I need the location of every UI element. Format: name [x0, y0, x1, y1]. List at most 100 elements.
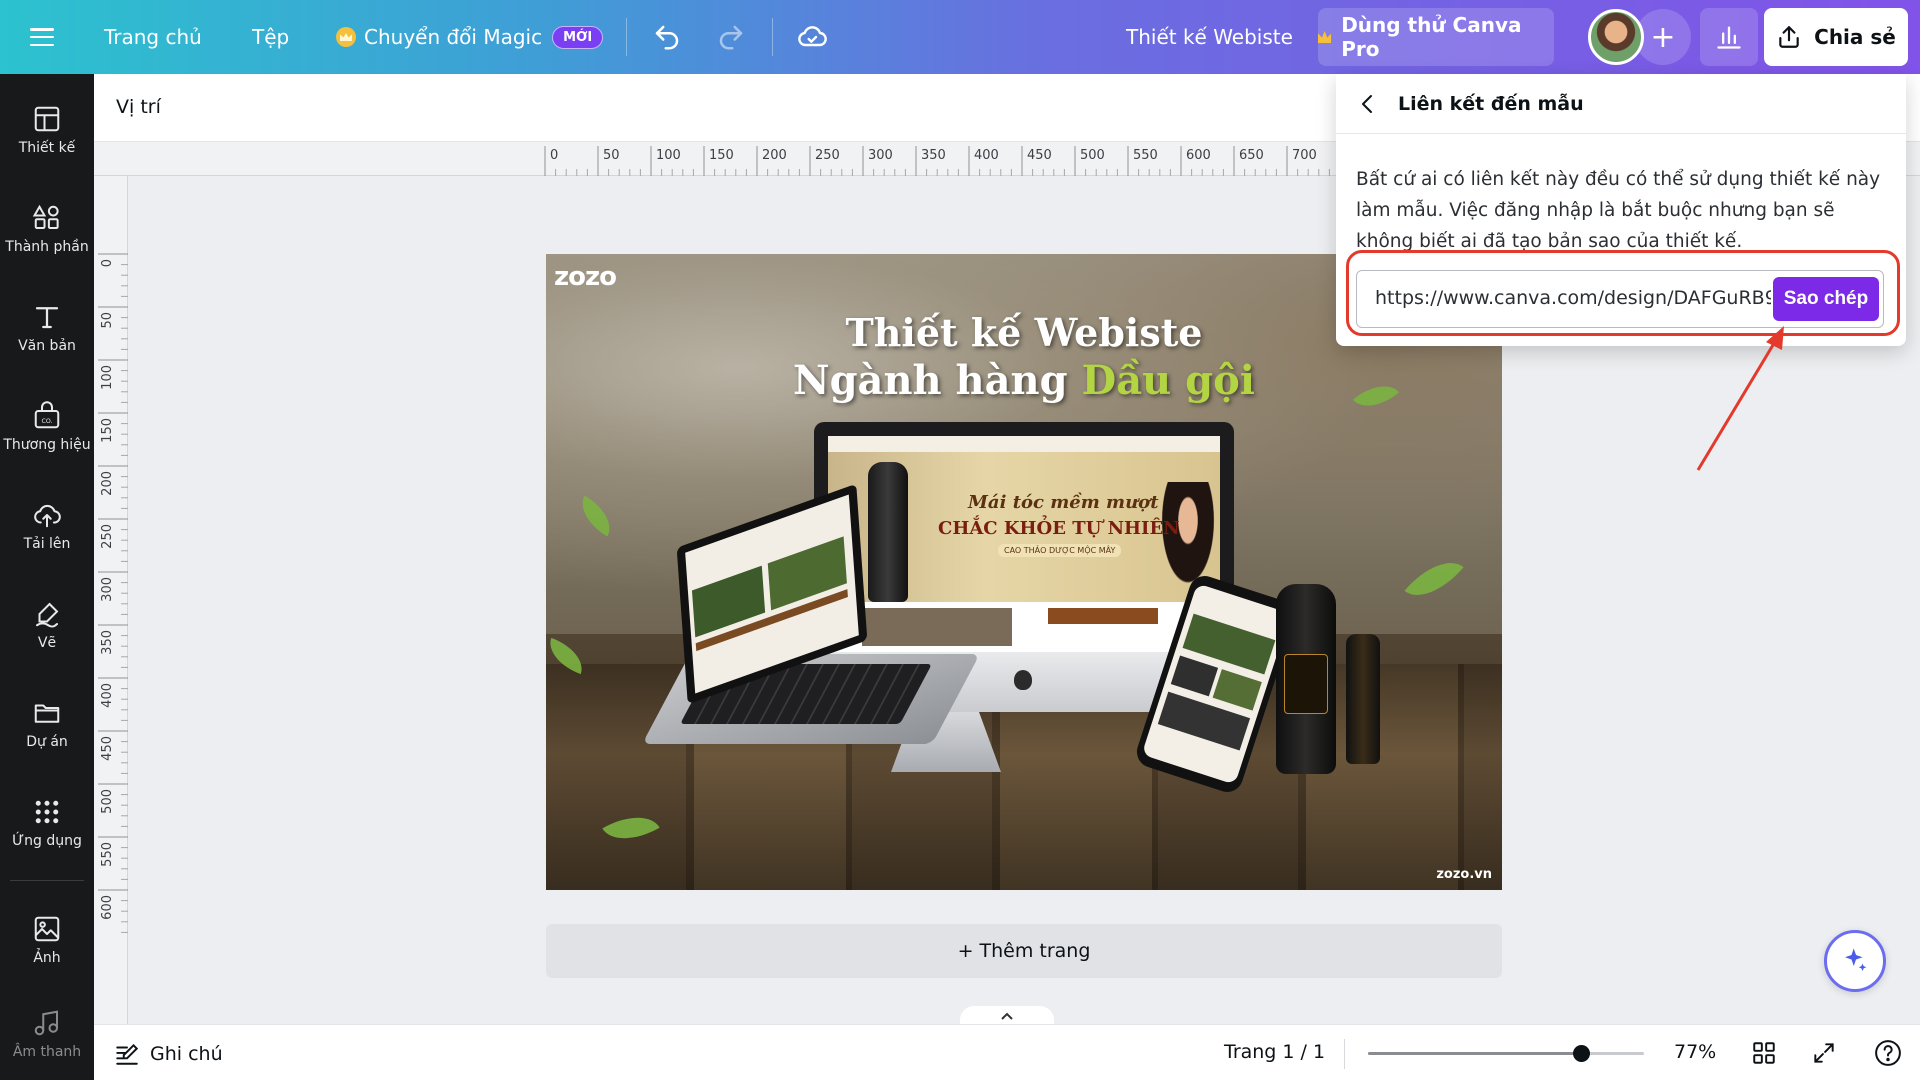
title-highlight: Dầu gội	[1081, 357, 1255, 404]
copy-link-button[interactable]: Sao chép	[1773, 277, 1879, 321]
bottle-label	[1284, 654, 1328, 714]
hero-headline: Mái tóc mềm mượt	[968, 492, 1159, 513]
back-button[interactable]	[1356, 92, 1380, 116]
crown-icon	[1318, 31, 1332, 43]
zozo-logo: zozo	[554, 262, 617, 292]
ruler-label: 550	[100, 842, 115, 867]
ruler-label: 0	[100, 259, 115, 267]
help-button[interactable]	[1872, 1037, 1904, 1069]
undo-button[interactable]	[652, 0, 682, 74]
sidebar-item-label: Văn bản	[18, 338, 76, 354]
magic-switch-button[interactable]: Chuyển đổi Magic MỚI	[336, 0, 604, 74]
sidebar-item-uploads[interactable]: Tải lên	[0, 482, 94, 570]
ruler-label: 250	[815, 148, 840, 163]
ruler-label: 200	[762, 148, 787, 163]
sidebar-item-projects[interactable]: Dự án	[0, 680, 94, 768]
sidebar-item-photos[interactable]: Ảnh	[0, 896, 94, 984]
zoom-slider-fill	[1368, 1052, 1581, 1055]
ruler-label: 150	[709, 148, 734, 163]
template-link-field[interactable]: https://www.canva.com/design/DAFGuRB98 S…	[1356, 270, 1884, 328]
design-canvas[interactable]: zozo Thiết kế Webiste Ngành hàng Dầu gội…	[546, 254, 1502, 890]
draw-icon	[36, 602, 59, 628]
ruler-label: 600	[100, 895, 115, 920]
sidebar-item-elements[interactable]: Thành phần	[0, 185, 94, 273]
side-panel-rail: Thiết kế Thành phần Văn bản CO. Thương h…	[0, 74, 94, 1080]
home-link[interactable]: Trang chủ	[104, 0, 202, 74]
sidebar-item-label: Ảnh	[33, 950, 61, 966]
sidebar-item-design[interactable]: Thiết kế	[0, 86, 94, 174]
grid-view-button[interactable]	[1748, 1037, 1780, 1069]
ruler-label: 100	[656, 148, 681, 163]
magic-switch-label: Chuyển đổi Magic	[364, 25, 543, 49]
try-pro-button[interactable]: Dùng thử Canva Pro	[1318, 8, 1554, 66]
avatar[interactable]	[1588, 9, 1644, 65]
sidebar-item-label: Thành phần	[5, 239, 89, 255]
brand-icon: CO.	[34, 401, 60, 429]
expand-pages-button[interactable]	[960, 1006, 1054, 1026]
svg-text:CO.: CO.	[41, 418, 52, 425]
sidebar-item-label: Thiết kế	[18, 140, 76, 156]
apple-logo-icon	[1014, 670, 1032, 690]
help-icon	[1875, 1040, 1901, 1066]
hero-tagline: CAO THẢO DƯỢC MỘC MÂY	[998, 544, 1122, 557]
sidebar-item-audio[interactable]: Âm thanh	[0, 990, 94, 1078]
ruler-label: 0	[550, 148, 558, 163]
sparkle-icon	[1845, 948, 1867, 971]
hero-subheadline: CHẮC KHỎE TỰ NHIÊN	[938, 518, 1180, 539]
ruler-label: 450	[1027, 148, 1052, 163]
notes-icon	[116, 1043, 139, 1065]
sidebar-item-draw[interactable]: Vẽ	[0, 581, 94, 669]
ruler-label: 700	[1292, 148, 1317, 163]
menu-button[interactable]	[30, 0, 58, 74]
plus-icon: +	[1650, 19, 1676, 55]
panel-header: Liên kết đến mẫu	[1336, 74, 1906, 134]
screen-image	[1170, 655, 1219, 697]
canvas-title-line2[interactable]: Ngành hàng Dầu gội	[546, 357, 1502, 404]
new-badge: MỚI	[552, 25, 604, 49]
divider	[1344, 1039, 1345, 1069]
insights-button[interactable]	[1700, 8, 1758, 66]
zoom-percentage[interactable]: 77%	[1674, 1041, 1716, 1063]
zoom-slider[interactable]	[1368, 1045, 1644, 1062]
ruler-vertical: 0 50 100 150 200 250 300 350 400 450 500 550 600	[94, 176, 128, 1024]
sidebar-item-apps[interactable]: Ứng dụng	[0, 779, 94, 867]
try-pro-label: Dùng thử Canva Pro	[1341, 13, 1522, 61]
bottom-bar: Ghi chú Trang 1 / 1 77%	[94, 1024, 1920, 1080]
design-title[interactable]: Thiết kế Webiste	[1126, 0, 1293, 74]
monitor-screen: Mái tóc mềm mượt CHẮC KHỎE TỰ NHIÊN CAO …	[828, 436, 1220, 652]
section-tag	[1048, 608, 1158, 624]
notes-button[interactable]: Ghi chú	[114, 1041, 223, 1067]
photo-icon	[34, 916, 60, 942]
add-page-button[interactable]: + Thêm trang	[546, 924, 1502, 978]
ruler-label: 450	[100, 736, 115, 761]
ruler-label: 550	[1133, 148, 1158, 163]
ruler-label: 50	[100, 312, 115, 329]
folder-icon	[34, 704, 60, 723]
ruler-label: 150	[100, 418, 115, 443]
panel-title: Liên kết đến mẫu	[1398, 93, 1584, 115]
position-button[interactable]: Vị trí	[116, 96, 161, 118]
share-button[interactable]: Chia sẻ	[1764, 8, 1908, 66]
sidebar-item-text[interactable]: Văn bản	[0, 284, 94, 372]
template-link-url[interactable]: https://www.canva.com/design/DAFGuRB98	[1375, 287, 1771, 309]
divider	[626, 18, 627, 56]
redo-button[interactable]	[716, 0, 746, 74]
elements-icon	[32, 204, 59, 229]
file-menu[interactable]: Tệp	[252, 0, 289, 74]
zoom-slider-handle[interactable]	[1572, 1045, 1590, 1062]
title-text: Ngành hàng	[793, 357, 1068, 404]
ruler-label: 250	[100, 524, 115, 549]
screen-image	[1212, 669, 1262, 711]
spray-bottle[interactable]	[1346, 634, 1380, 764]
bottle-image	[868, 462, 908, 602]
cloud-save-status[interactable]	[796, 0, 828, 74]
fullscreen-button[interactable]	[1808, 1037, 1840, 1069]
bar-chart-icon	[1717, 26, 1741, 49]
crown-icon	[336, 27, 356, 47]
sidebar-item-brand[interactable]: CO. Thương hiệu	[0, 383, 94, 471]
expand-icon	[1814, 1043, 1834, 1063]
ruler-label: 350	[100, 630, 115, 655]
shampoo-bottle[interactable]	[1276, 584, 1336, 774]
page-indicator[interactable]: Trang 1 / 1	[1224, 1041, 1325, 1063]
magic-assistant-button[interactable]	[1824, 930, 1886, 992]
